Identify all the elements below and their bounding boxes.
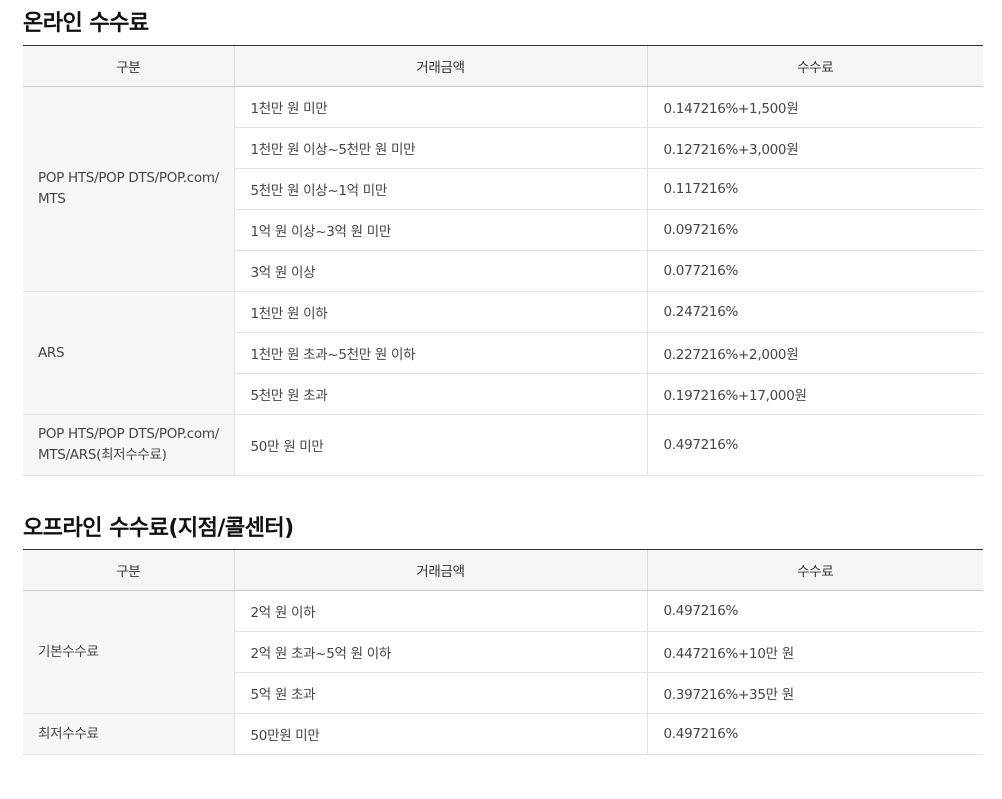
column-header-fee: 수수료 <box>646 45 983 87</box>
amount-cell: 5천만 원 초과 <box>233 373 647 415</box>
fee-cell: 0.397216%+35만 원 <box>646 672 983 714</box>
column-header-amount: 거래금액 <box>233 549 647 591</box>
amount-cell: 1천만 원 초과~5천만 원 이하 <box>233 332 647 374</box>
offline-fee-section: 오프라인 수수료(지점/콜센터) 구분 거래금액 수수료 기본수수료 2억 원 … <box>23 513 983 755</box>
fee-cell: 0.447216%+10만 원 <box>646 631 983 673</box>
amount-cell: 2억 원 이하 <box>233 590 647 632</box>
column-header-category: 구분 <box>23 45 234 87</box>
fee-cell: 0.147216%+1,500원 <box>646 86 983 128</box>
offline-fee-title: 오프라인 수수료(지점/콜센터) <box>23 516 294 541</box>
fee-cell: 0.197216%+17,000원 <box>646 373 983 415</box>
category-cell: POP HTS/POP DTS/POP.com/ MTS <box>23 86 234 292</box>
fee-cell: 0.497216% <box>646 590 983 632</box>
column-header-fee: 수수료 <box>646 549 983 591</box>
table-row: 기본수수료 2억 원 이하 0.497216% <box>23 590 983 714</box>
amount-cell: 1천만 원 이하 <box>233 291 647 333</box>
fee-cell: 0.097216% <box>646 209 983 251</box>
fee-cell: 0.117216% <box>646 168 983 210</box>
column-header-amount: 거래금액 <box>233 45 647 87</box>
amount-cell: 1천만 원 이상~5천만 원 미만 <box>233 127 647 169</box>
table-row: 최저수수료 50만원 미만 0.497216% <box>23 713 983 755</box>
online-fee-table: 구분 거래금액 수수료 POP HTS/POP DTS/POP.com/ MTS… <box>23 45 983 476</box>
amount-cell: 5천만 원 이상~1억 미만 <box>233 168 647 210</box>
online-fee-title: 온라인 수수료 <box>23 11 149 36</box>
table-row: POP HTS/POP DTS/POP.com/ MTS 1천만 원 미만 0.… <box>23 86 983 292</box>
amount-cell: 1천만 원 미만 <box>233 86 647 128</box>
amount-cell: 50만 원 미만 <box>233 414 647 476</box>
online-fee-section: 온라인 수수료 구분 거래금액 수수료 POP HTS/POP DTS/POP.… <box>23 8 983 476</box>
fee-cell: 0.127216%+3,000원 <box>646 127 983 169</box>
category-cell: 최저수수료 <box>23 713 234 755</box>
table-row: ARS 1천만 원 이하 0.247216% <box>23 291 983 415</box>
fee-cell: 0.227216%+2,000원 <box>646 332 983 374</box>
category-cell: POP HTS/POP DTS/POP.com/ MTS/ARS(최저수수료) <box>23 414 234 476</box>
table-row: POP HTS/POP DTS/POP.com/ MTS/ARS(최저수수료) … <box>23 414 983 476</box>
fee-cell: 0.247216% <box>646 291 983 333</box>
table-header-row: 구분 거래금액 수수료 <box>23 549 983 591</box>
amount-cell: 2억 원 초과~5억 원 이하 <box>233 631 647 673</box>
fee-cell: 0.497216% <box>646 713 983 755</box>
table-header-row: 구분 거래금액 수수료 <box>23 45 983 87</box>
amount-cell: 3억 원 이상 <box>233 250 647 292</box>
amount-cell: 50만원 미만 <box>233 713 647 755</box>
fee-cell: 0.497216% <box>646 414 983 476</box>
amount-cell: 5억 원 초과 <box>233 672 647 714</box>
amount-cell: 1억 원 이상~3억 원 미만 <box>233 209 647 251</box>
fee-cell: 0.077216% <box>646 250 983 292</box>
offline-fee-table: 구분 거래금액 수수료 기본수수료 2억 원 이하 0.497216% 2억 원… <box>23 549 983 755</box>
column-header-category: 구분 <box>23 549 234 591</box>
category-cell: ARS <box>23 291 234 415</box>
category-cell: 기본수수료 <box>23 590 234 714</box>
